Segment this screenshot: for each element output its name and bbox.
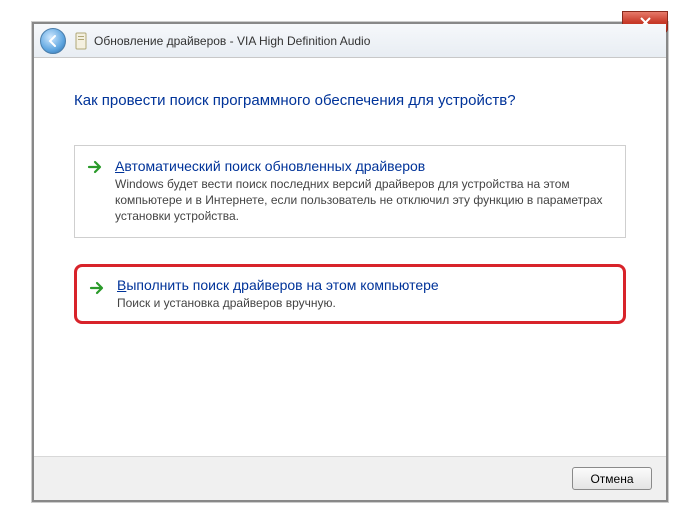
- option-description: Windows будет вести поиск последних верс…: [115, 176, 611, 225]
- back-button[interactable]: [40, 28, 66, 54]
- option-description: Поиск и установка драйверов вручную.: [117, 295, 609, 311]
- option-auto-search[interactable]: Автоматический поиск обновленных драйвер…: [74, 145, 626, 238]
- arrow-right-icon: [87, 159, 103, 175]
- titlebar: Обновление драйверов - VIA High Definiti…: [34, 24, 666, 58]
- page-heading: Как провести поиск программного обеспече…: [74, 92, 626, 109]
- device-icon: [74, 32, 88, 50]
- footer: Отмена: [34, 456, 666, 500]
- option-title: Выполнить поиск драйверов на этом компью…: [117, 277, 609, 293]
- option-title: Автоматический поиск обновленных драйвер…: [115, 158, 611, 174]
- window-title: Обновление драйверов - VIA High Definiti…: [94, 34, 370, 48]
- arrow-left-icon: [46, 34, 60, 48]
- content-area: Как провести поиск программного обеспече…: [34, 58, 666, 324]
- arrow-right-icon: [89, 280, 105, 296]
- cancel-button[interactable]: Отмена: [572, 467, 652, 490]
- dialog-window: Обновление драйверов - VIA High Definiti…: [32, 22, 668, 502]
- option-manual-search[interactable]: Выполнить поиск драйверов на этом компью…: [74, 264, 626, 324]
